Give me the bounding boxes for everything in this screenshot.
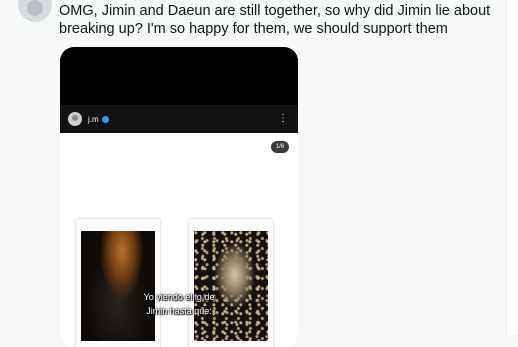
photo-left — [81, 231, 155, 341]
more-options-icon: ⋮ — [278, 113, 288, 124]
tweet-text: OMG, Jimin and Daeun are still together,… — [59, 3, 491, 37]
scrollbar-track[interactable] — [506, 0, 518, 335]
caption-line-2: Jimin hasta que: — [146, 306, 212, 316]
polaroid-photo-left — [76, 219, 160, 347]
polaroid-photo-right — [189, 219, 273, 347]
instagram-avatar — [68, 112, 82, 126]
instagram-username: j.m — [88, 114, 99, 124]
media-black-area — [60, 47, 298, 105]
caption-line-1: Yo viendo el ig de — [143, 292, 215, 302]
video-caption: Yo viendo el ig de Jimin hasta que: — [60, 290, 298, 318]
instagram-post-header: j.m ⋮ — [60, 105, 298, 133]
tweet-feed: OMG, Jimin and Daeun are still together,… — [0, 0, 506, 347]
slide-counter: 1/6 — [271, 141, 289, 153]
verified-badge-icon — [101, 115, 109, 123]
photo-right — [194, 231, 268, 341]
avatar[interactable] — [18, 0, 52, 22]
